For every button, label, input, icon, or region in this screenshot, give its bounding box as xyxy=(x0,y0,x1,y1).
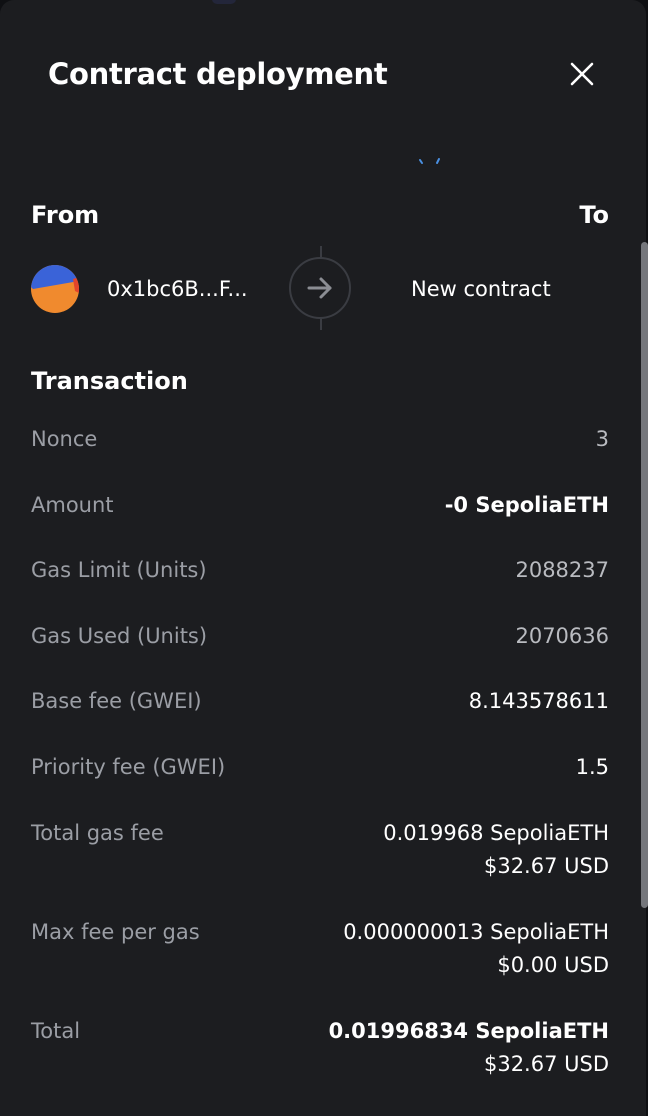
total-label: Total xyxy=(31,1019,81,1043)
arrow-circle xyxy=(289,257,351,319)
contract-deployment-dialog: Contract deployment From To 0x1bc6B...F.… xyxy=(0,0,648,1116)
gas-limit-value: 2088237 xyxy=(515,558,609,582)
priority-fee-value: 1.5 xyxy=(575,755,609,779)
from-label: From xyxy=(31,201,100,229)
scrollbar[interactable] xyxy=(641,242,648,908)
max-fee-per-gas-value: 0.000000013 SepoliaETH xyxy=(343,920,609,944)
nonce-label: Nonce xyxy=(31,427,98,451)
amount-value: -0 SepoliaETH xyxy=(444,493,609,517)
total-gas-fee-label: Total gas fee xyxy=(31,821,164,845)
total-gas-fee-usd: $32.67 USD xyxy=(483,854,609,878)
top-indicator xyxy=(212,0,236,4)
from-address[interactable]: 0x1bc6B...F... xyxy=(107,273,248,305)
base-fee-value: 8.143578611 xyxy=(468,689,609,713)
gas-used-value: 2070636 xyxy=(515,624,609,648)
loading-spinner-icon xyxy=(419,158,440,164)
close-icon xyxy=(570,62,594,86)
max-fee-per-gas-usd: $0.00 USD xyxy=(497,953,609,977)
nonce-value: 3 xyxy=(595,427,609,451)
transaction-section-title: Transaction xyxy=(31,367,188,395)
base-fee-label: Base fee (GWEI) xyxy=(31,689,202,713)
amount-label: Amount xyxy=(31,493,114,517)
to-value: New contract xyxy=(411,277,551,301)
max-fee-per-gas-label: Max fee per gas xyxy=(31,920,200,944)
dialog-title: Contract deployment xyxy=(48,57,388,91)
to-label: To xyxy=(579,201,609,229)
account-avatar xyxy=(31,265,79,313)
gas-limit-label: Gas Limit (Units) xyxy=(31,558,207,582)
arrow-right-icon xyxy=(307,277,332,299)
total-value: 0.01996834 SepoliaETH xyxy=(328,1019,609,1043)
total-gas-fee-value: 0.019968 SepoliaETH xyxy=(383,821,609,845)
gas-used-label: Gas Used (Units) xyxy=(31,624,208,648)
close-button[interactable] xyxy=(560,52,604,96)
priority-fee-label: Priority fee (GWEI) xyxy=(31,755,226,779)
total-usd: $32.67 USD xyxy=(483,1052,609,1076)
